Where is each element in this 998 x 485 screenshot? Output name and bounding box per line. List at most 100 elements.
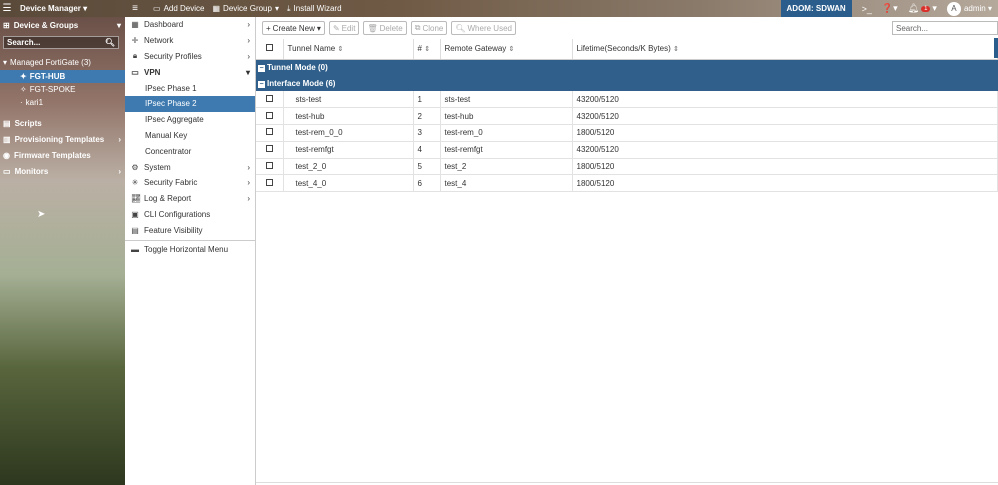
collapse-icon[interactable]: − bbox=[258, 64, 265, 72]
group-interface-mode[interactable]: − Interface Mode (6) bbox=[256, 75, 998, 91]
sort-icon: ⇕ bbox=[673, 46, 679, 54]
select-all-checkbox-cell[interactable] bbox=[256, 39, 284, 60]
menu-dashboard[interactable]: ▦ Dashboard › bbox=[125, 17, 255, 33]
chevron-down-icon: ▾ bbox=[83, 4, 88, 13]
app-switcher[interactable]: Device Manager ▾ bbox=[14, 4, 125, 13]
menu-network[interactable]: ✛ Network › bbox=[125, 33, 255, 49]
gear-icon: ⚙ bbox=[131, 162, 139, 172]
row-checkbox[interactable] bbox=[265, 94, 273, 102]
managed-fortigate-node[interactable]: ▾ Managed FortiGate (3) bbox=[0, 55, 125, 70]
search-icon: 🔍︎ bbox=[104, 38, 115, 47]
col-number[interactable]: # ⇕ bbox=[413, 39, 441, 60]
monitors-item[interactable]: ▭ Monitors › bbox=[0, 163, 125, 179]
device-group-button[interactable]: ▦ Device Group ▾ bbox=[212, 4, 279, 13]
table-row[interactable]: sts-test 1 sts-test 43200/5120 bbox=[256, 91, 998, 109]
cell-lifetime: 43200/5120 bbox=[572, 107, 998, 126]
row-checkbox[interactable] bbox=[265, 128, 273, 136]
delete-button[interactable]: 🗑︎ Delete bbox=[363, 21, 407, 35]
devices-groups-header[interactable]: ⊞ Device & Groups ▾ bbox=[0, 17, 125, 34]
device-item[interactable]: · kari1 bbox=[0, 96, 125, 109]
cell-num: 6 bbox=[413, 174, 441, 193]
table-row[interactable]: test-hub 2 test-hub 43200/5120 bbox=[256, 107, 998, 126]
menu-vpn[interactable]: ▭ VPN ▾ bbox=[125, 64, 255, 80]
device-icon: · bbox=[20, 98, 23, 107]
create-new-button[interactable]: + Create New ▾ bbox=[262, 21, 325, 35]
menu-security-fabric[interactable]: ✳ Security Fabric › bbox=[125, 175, 255, 191]
device-search-input[interactable]: Search... 🔍︎ bbox=[3, 36, 119, 49]
notifications-button[interactable]: 🔔︎ 1 ▾ bbox=[908, 3, 937, 14]
install-icon: ⤓ bbox=[286, 3, 291, 13]
add-device-button[interactable]: ▭ Add Device bbox=[153, 4, 204, 13]
cell-lifetime: 1800/5120 bbox=[572, 124, 998, 142]
firmware-templates-item[interactable]: ◉ Firmware Templates bbox=[0, 147, 125, 163]
cell-gateway: test-rem_0 bbox=[440, 124, 573, 142]
group-icon: ▦ bbox=[212, 4, 221, 13]
menu-ipsec-phase2[interactable]: IPsec Phase 2 bbox=[125, 95, 255, 112]
column-label: Remote Gateway bbox=[444, 44, 507, 54]
user-menu[interactable]: admin ▾ bbox=[964, 4, 992, 13]
scripts-item[interactable]: ▤ Scripts bbox=[0, 115, 125, 131]
chevron-down-icon: ▾ bbox=[116, 21, 121, 30]
edit-button[interactable]: ✎ Edit bbox=[328, 21, 360, 35]
device-item[interactable]: ✧ FGT-SPOKE bbox=[0, 83, 125, 96]
column-label: # bbox=[417, 44, 422, 54]
menu-toggle-icon[interactable]: ≡ bbox=[125, 3, 145, 14]
device-group-label: Device Group bbox=[223, 4, 272, 13]
table-row[interactable]: test-rem_0_0 3 test-rem_0 1800/5120 bbox=[256, 124, 998, 142]
menu-toggle-horizontal[interactable]: ▬ Toggle Horizontal Menu bbox=[125, 241, 255, 257]
provisioning-templates-item[interactable]: ▥ Provisioning Templates › bbox=[0, 131, 125, 147]
cell-name: test-remfgt bbox=[283, 141, 414, 159]
where-used-button[interactable]: 🔍︎ Where Used bbox=[451, 21, 516, 35]
help-icon[interactable]: ❓▾ bbox=[882, 3, 898, 14]
row-checkbox[interactable] bbox=[265, 162, 273, 170]
list-icon: ⊞ bbox=[3, 21, 10, 30]
menu-system[interactable]: ⚙ System › bbox=[125, 159, 255, 175]
cell-name: test_2_0 bbox=[283, 158, 414, 176]
select-all-checkbox[interactable] bbox=[265, 44, 273, 52]
table-row[interactable]: test-remfgt 4 test-remfgt 43200/5120 bbox=[256, 141, 998, 159]
device-icon: ▭ bbox=[153, 4, 161, 13]
column-settings-button[interactable] bbox=[994, 38, 998, 58]
row-checkbox[interactable] bbox=[265, 145, 273, 153]
menu-log-report[interactable]: 📈︎ Log & Report › bbox=[125, 191, 255, 207]
menu-concentrator[interactable]: Concentrator bbox=[125, 143, 255, 159]
install-wizard-button[interactable]: ⤓ Install Wizard bbox=[287, 4, 342, 14]
menu-label: Manual Key bbox=[145, 130, 188, 140]
device-item[interactable]: ✦ FGT-HUB bbox=[0, 70, 125, 83]
menu-manual-key[interactable]: Manual Key bbox=[125, 128, 255, 144]
cell-lifetime: 43200/5120 bbox=[572, 91, 998, 109]
menu-ipsec-aggregate[interactable]: IPsec Aggregate bbox=[125, 112, 255, 128]
col-tunnel-name[interactable]: Tunnel Name ⇕ bbox=[283, 39, 414, 60]
menu-security-profiles[interactable]: 🔒︎ Security Profiles › bbox=[125, 49, 255, 65]
menu-cli-configurations[interactable]: ▣ CLI Configurations bbox=[125, 207, 255, 223]
menu-label: Log & Report bbox=[144, 194, 192, 204]
table-search-input[interactable]: Search... bbox=[892, 21, 998, 35]
cli-console-icon[interactable]: >_ bbox=[862, 4, 872, 14]
row-checkbox[interactable] bbox=[265, 178, 273, 186]
menu-feature-visibility[interactable]: ▤ Feature Visibility bbox=[125, 222, 255, 238]
menu-label: IPsec Phase 2 bbox=[145, 99, 197, 109]
cell-name: test-rem_0_0 bbox=[283, 124, 414, 142]
group-tunnel-mode[interactable]: − Tunnel Mode (0) bbox=[256, 59, 998, 75]
search-placeholder: Search... bbox=[896, 23, 929, 33]
table-row[interactable]: test_4_0 6 test_4 1800/5120 bbox=[256, 174, 998, 193]
clone-button[interactable]: ⧉ Clone bbox=[410, 21, 448, 35]
chart-icon: 📈︎ bbox=[131, 194, 142, 204]
chevron-right-icon: › bbox=[118, 134, 121, 144]
menu-ipsec-phase1[interactable]: IPsec Phase 1 bbox=[125, 80, 255, 96]
main-content: + Create New ▾ ✎ Edit 🗑︎ Delete ⧉ Clone 🔍︎ Whe… bbox=[256, 17, 998, 485]
fabric-icon: ✳ bbox=[131, 178, 139, 188]
managed-header-label: Managed FortiGate (3) bbox=[10, 58, 91, 67]
col-remote-gateway[interactable]: Remote Gateway ⇕ bbox=[440, 39, 573, 60]
collapse-icon[interactable]: − bbox=[258, 80, 265, 88]
adom-selector[interactable]: ADOM: SDWAN bbox=[780, 0, 852, 17]
devices-groups-label: Device & Groups bbox=[13, 21, 79, 30]
table-row[interactable]: test_2_0 5 test_2 1800/5120 bbox=[256, 158, 998, 176]
row-checkbox[interactable] bbox=[265, 111, 273, 119]
apps-grid-icon[interactable]: ☰ bbox=[0, 0, 14, 17]
cell-gateway: test-remfgt bbox=[440, 141, 573, 159]
col-lifetime[interactable]: Lifetime(Seconds/K Bytes) ⇕ bbox=[572, 39, 998, 60]
network-icon: ✛ bbox=[131, 36, 139, 46]
avatar[interactable]: A bbox=[946, 1, 961, 16]
table-header-row: Tunnel Name ⇕ # ⇕ Remote Gateway ⇕ Lifet… bbox=[256, 39, 998, 60]
